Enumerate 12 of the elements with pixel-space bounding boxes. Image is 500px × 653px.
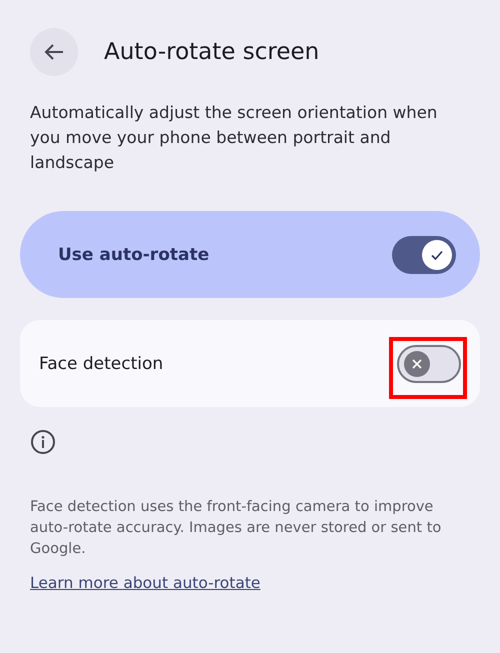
info-icon (30, 429, 56, 455)
page-title: Auto-rotate screen (104, 39, 320, 65)
toggle-switch[interactable] (392, 236, 456, 274)
back-button[interactable] (30, 28, 78, 76)
footer-text: Face detection uses the front-facing camera to improve auto-rotate accuracy. Images are never stored or sent to Google. (30, 498, 442, 559)
description-text: Automatically adjust the screen orientation when you move your phone between portrait and landscape (30, 102, 438, 174)
back-icon (44, 43, 64, 61)
toggle-switch[interactable] (397, 344, 461, 382)
close-icon (411, 358, 423, 370)
setting-label: Face detection (39, 354, 164, 374)
learn-more-link[interactable]: Learn more about auto-rotate (30, 574, 260, 592)
setting-label: Use auto-rotate (58, 244, 210, 264)
